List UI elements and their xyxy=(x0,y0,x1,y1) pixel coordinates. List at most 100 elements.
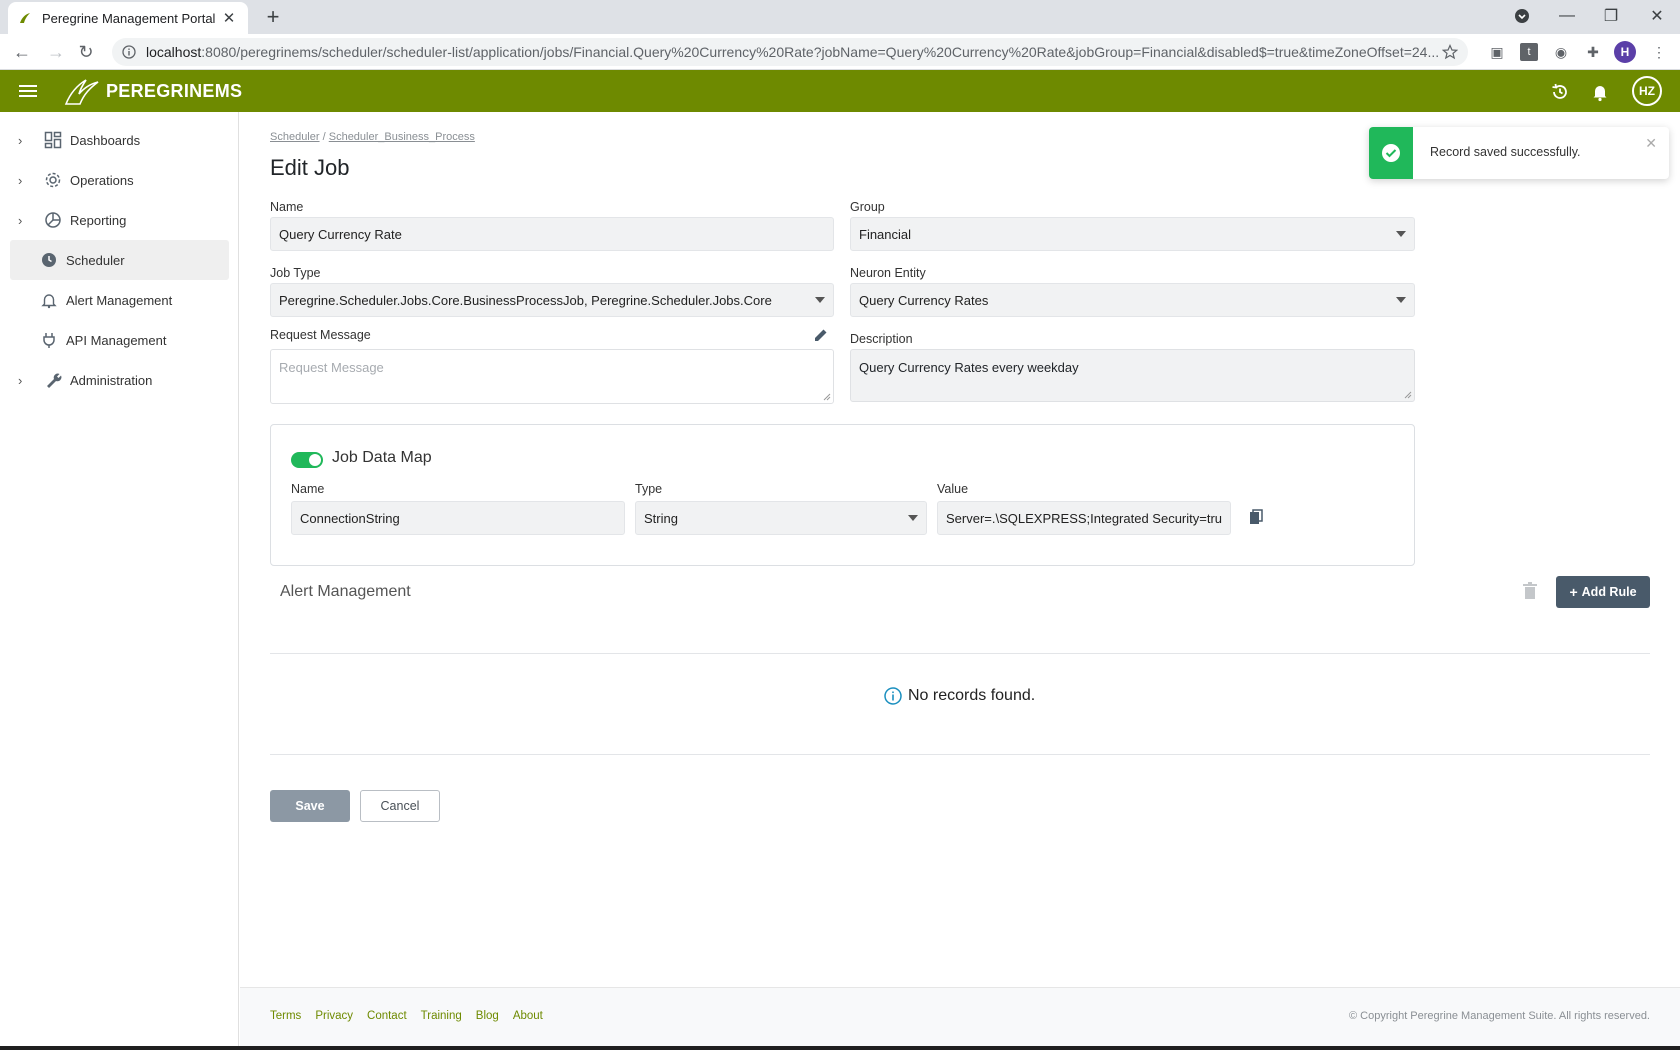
user-avatar[interactable]: HZ xyxy=(1632,76,1662,106)
sidebar-item-label: Dashboards xyxy=(70,132,141,148)
puzzle-icon[interactable]: ✚ xyxy=(1584,43,1602,61)
sidebar-item-alert-management[interactable]: Alert Management xyxy=(10,280,229,320)
dropdown-caret-icon[interactable] xyxy=(1396,231,1406,237)
sidebar-item-administration[interactable]: › Administration xyxy=(10,360,229,400)
footer-link-training[interactable]: Training xyxy=(421,1010,462,1022)
copy-icon[interactable] xyxy=(1249,509,1263,525)
extension-t-icon[interactable]: t xyxy=(1520,43,1538,61)
footer-link-about[interactable]: About xyxy=(513,1010,543,1022)
info-circle-icon xyxy=(884,687,902,705)
address-bar: ← → ↻ localhost:8080/peregrinems/schedul… xyxy=(0,34,1680,70)
sidebar-item-scheduler[interactable]: Scheduler xyxy=(10,240,229,280)
footer-link-privacy[interactable]: Privacy xyxy=(315,1010,353,1022)
jdm-type-label: Type xyxy=(635,482,663,496)
url-path: :8080/peregrinems/scheduler/scheduler-li… xyxy=(201,44,1440,60)
description-value: Query Currency Rates every weekday xyxy=(859,360,1079,375)
url-input[interactable]: localhost:8080/peregrinems/scheduler/sch… xyxy=(112,38,1468,66)
resize-handle-icon[interactable] xyxy=(1404,391,1412,399)
reload-icon[interactable]: ↻ xyxy=(74,40,98,64)
sidebar-item-label: Scheduler xyxy=(66,252,125,268)
jdm-type-value: String xyxy=(644,510,678,526)
save-button[interactable]: Save xyxy=(270,790,350,822)
dashboard-icon xyxy=(44,131,62,149)
wrench-icon xyxy=(47,373,62,388)
group-value: Financial xyxy=(859,226,912,242)
job-data-map-title: Job Data Map xyxy=(332,449,432,466)
browser-tab[interactable]: Peregrine Management Portal ✕ xyxy=(8,2,248,34)
tab-search-icon[interactable] xyxy=(1510,0,1534,32)
group-combobox[interactable]: Financial xyxy=(850,217,1415,251)
sidebar-item-api-management[interactable]: API Management xyxy=(10,320,229,360)
history-icon[interactable] xyxy=(1550,82,1570,102)
dropdown-caret-icon[interactable] xyxy=(908,515,918,521)
request-message-textarea[interactable]: Request Message xyxy=(270,349,834,404)
add-rule-button[interactable]: + Add Rule xyxy=(1556,576,1650,608)
sidebar-item-label: API Management xyxy=(66,332,167,348)
chevron-right-icon: › xyxy=(18,372,23,388)
notification-bell-icon[interactable] xyxy=(1590,82,1610,102)
browser-menu-icon[interactable]: ⋮ xyxy=(1650,43,1668,61)
job-data-map-toggle[interactable] xyxy=(291,452,323,468)
jdm-type-select[interactable]: String xyxy=(635,501,927,535)
browser-profile-avatar[interactable]: H xyxy=(1614,41,1636,63)
restore-icon[interactable]: ❐ xyxy=(1596,0,1626,32)
browser-tabbar: Peregrine Management Portal ✕ + — ❐ ✕ xyxy=(0,0,1680,34)
job-data-map-card: Job Data Map Name ConnectionString Type … xyxy=(270,424,1415,566)
description-label: Description xyxy=(850,332,913,346)
trash-icon[interactable] xyxy=(1522,582,1538,600)
sidebar-item-operations[interactable]: › Operations xyxy=(10,160,229,200)
breadcrumb: Scheduler / Scheduler_Business_Process xyxy=(270,131,475,143)
footer-link-blog[interactable]: Blog xyxy=(476,1010,499,1022)
back-icon[interactable]: ← xyxy=(10,40,34,64)
breadcrumb-root-link[interactable]: Scheduler xyxy=(270,131,320,143)
sidebar-item-label: Operations xyxy=(70,172,134,188)
tab-title: Peregrine Management Portal xyxy=(42,10,216,26)
resize-handle-icon[interactable] xyxy=(823,393,831,401)
empty-state: No records found. xyxy=(884,687,1035,705)
name-label: Name xyxy=(270,200,304,214)
new-tab-button[interactable]: + xyxy=(260,5,286,29)
minimize-icon[interactable]: — xyxy=(1552,0,1582,32)
neuron-entity-value: Query Currency Rates xyxy=(859,292,989,308)
add-rule-label: Add Rule xyxy=(1581,585,1637,599)
forward-icon[interactable]: → xyxy=(44,40,68,64)
footer: Terms Privacy Contact Training Blog Abou… xyxy=(240,987,1680,1047)
info-icon xyxy=(122,45,136,59)
sidebar-item-reporting[interactable]: › Reporting xyxy=(10,200,229,240)
footer-links: Terms Privacy Contact Training Blog Abou… xyxy=(270,1010,543,1022)
chevron-right-icon: › xyxy=(18,172,23,188)
breadcrumb-current-link[interactable]: Scheduler_Business_Process xyxy=(329,131,475,143)
bookmark-star-icon[interactable] xyxy=(1442,44,1458,60)
toast-close-icon[interactable]: ✕ xyxy=(1645,135,1657,152)
tab-close-icon[interactable]: ✕ xyxy=(220,9,238,27)
neuron-entity-select[interactable]: Query Currency Rates xyxy=(850,283,1415,317)
footer-link-contact[interactable]: Contact xyxy=(367,1010,407,1022)
job-type-value: Peregrine.Scheduler.Jobs.Core.BusinessPr… xyxy=(279,292,772,308)
sidebar-item-dashboards[interactable]: › Dashboards xyxy=(10,120,229,160)
edit-pencil-icon[interactable] xyxy=(813,327,829,343)
clock-icon xyxy=(42,253,56,267)
jdm-value-input[interactable]: Server=.\SQLEXPRESS;Integrated Security=… xyxy=(937,501,1231,535)
pie-chart-icon xyxy=(45,212,61,228)
name-input[interactable]: Query Currency Rate xyxy=(270,217,834,251)
bell-icon xyxy=(41,294,57,309)
window-close-icon[interactable]: ✕ xyxy=(1642,0,1672,32)
cancel-button[interactable]: Cancel xyxy=(360,790,440,822)
job-type-select[interactable]: Peregrine.Scheduler.Jobs.Core.BusinessPr… xyxy=(270,283,834,317)
footer-link-terms[interactable]: Terms xyxy=(270,1010,301,1022)
extension-b-icon[interactable]: ◉ xyxy=(1552,43,1570,61)
dropdown-caret-icon[interactable] xyxy=(1396,297,1406,303)
hamburger-menu-icon[interactable] xyxy=(18,81,38,101)
page-title: Edit Job xyxy=(270,155,350,180)
dropdown-caret-icon[interactable] xyxy=(815,297,825,303)
app-logo[interactable]: PEREGRINEMS xyxy=(64,75,242,107)
extension-icon[interactable]: ▣ xyxy=(1488,43,1506,61)
neuron-entity-label: Neuron Entity xyxy=(850,266,926,280)
description-textarea[interactable]: Query Currency Rates every weekday xyxy=(850,349,1415,402)
jdm-name-input[interactable]: ConnectionString xyxy=(291,501,625,535)
jdm-value-label: Value xyxy=(937,482,969,496)
peregrine-bird-icon xyxy=(64,79,99,105)
sidebar-item-label: Administration xyxy=(70,372,153,388)
jdm-name-value: ConnectionString xyxy=(300,510,400,526)
toast-status-bar xyxy=(1369,127,1413,179)
